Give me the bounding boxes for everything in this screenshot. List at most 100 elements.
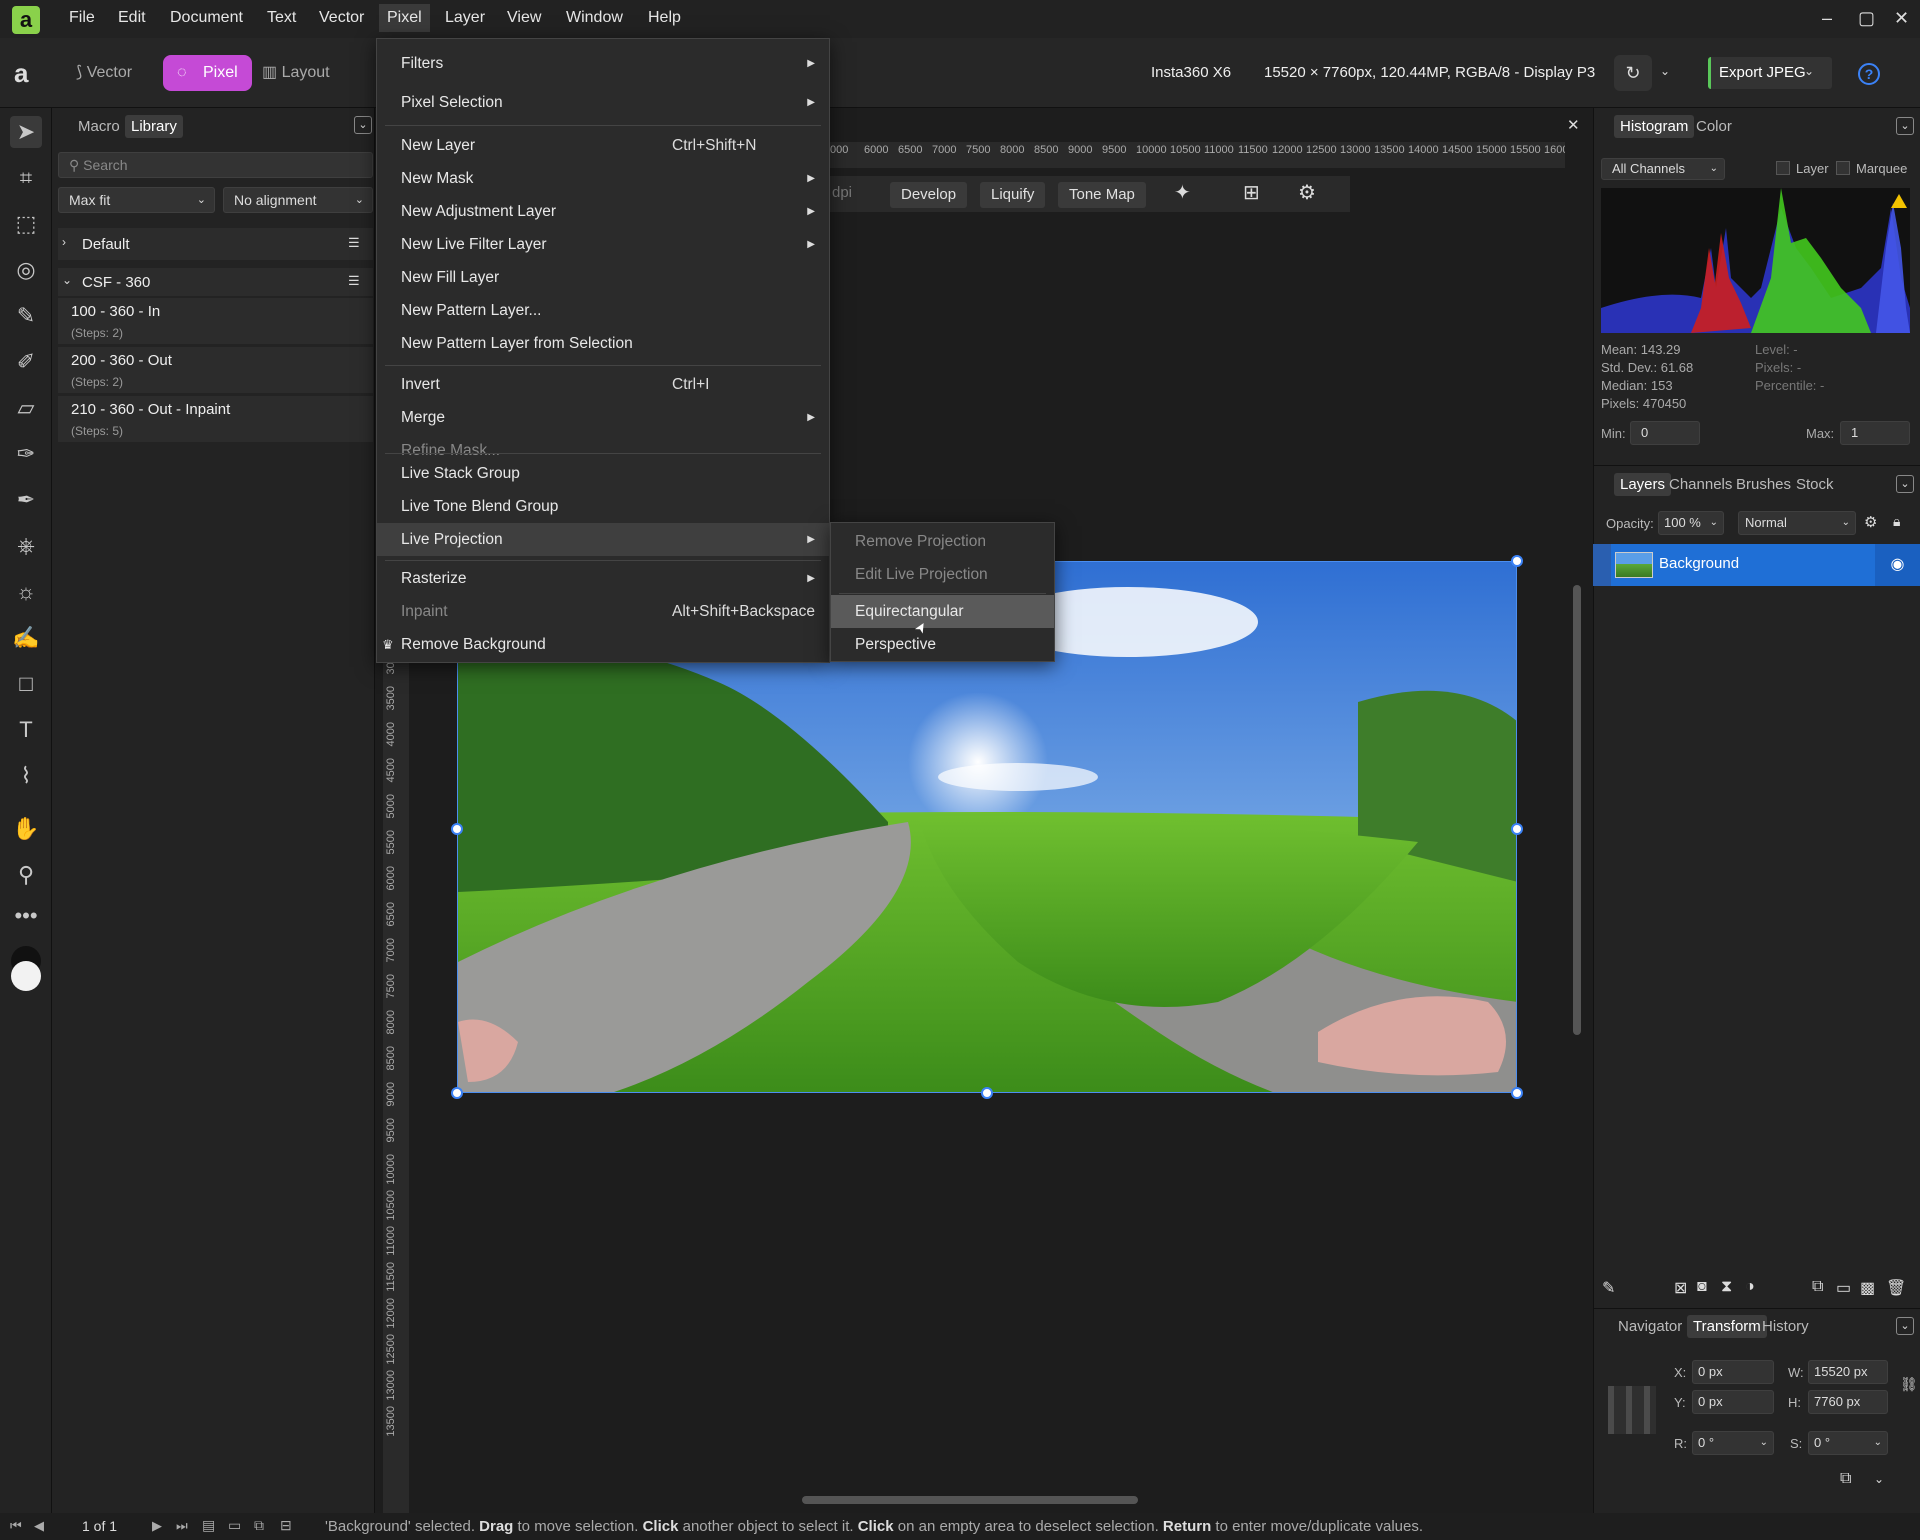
flood-fill-icon[interactable]: ✎ — [10, 300, 42, 332]
selection-handle[interactable] — [1511, 1087, 1523, 1099]
list-menu-icon[interactable]: ☰ — [348, 273, 360, 289]
text-tool-icon[interactable]: T — [10, 714, 42, 746]
menu-item-new-live-filter-layer[interactable]: New Live Filter Layer ▶ — [377, 228, 829, 261]
menu-item-new-pattern-layer-from-selection[interactable]: New Pattern Layer from Selection — [377, 327, 829, 360]
settings-gear-icon[interactable]: ⚙ — [1298, 180, 1316, 205]
pattern-icon[interactable]: ▩ — [1860, 1278, 1875, 1298]
menu-document[interactable]: Document — [170, 9, 243, 27]
close-window-icon[interactable]: ✕ — [1894, 8, 1909, 29]
tab-library[interactable]: Library — [125, 115, 183, 138]
menu-item-live-projection[interactable]: Live Projection ▶ — [377, 523, 829, 556]
close-document-icon[interactable]: ✕ — [1567, 116, 1580, 134]
color-picker-icon[interactable]: ⌇ — [10, 760, 42, 792]
submenu-item-equirectangular[interactable]: Equirectangular — [831, 595, 1054, 628]
persona-layout[interactable]: ▥ Layout — [262, 55, 330, 91]
submenu-item-perspective[interactable]: Perspective — [831, 628, 1054, 661]
menu-pixel[interactable]: Pixel — [379, 4, 430, 32]
menu-view[interactable]: View — [507, 9, 541, 27]
tab-color[interactable]: Color — [1696, 118, 1732, 135]
tab-layers[interactable]: Layers — [1614, 473, 1672, 496]
add-group-icon[interactable]: ▭ — [1836, 1278, 1851, 1298]
layer-checkbox[interactable] — [1776, 161, 1790, 175]
menu-item-invert[interactable]: Invert Ctrl+I — [377, 368, 829, 401]
mask-icon[interactable]: ◙ — [1697, 1278, 1707, 1296]
alignment-select[interactable]: No alignment ⌄ — [223, 187, 373, 213]
menu-text[interactable]: Text — [267, 9, 296, 27]
healing-brush-icon[interactable]: ✒ — [10, 484, 42, 516]
tab-histogram[interactable]: Histogram — [1614, 115, 1695, 138]
menu-item-rasterize[interactable]: Rasterize ▶ — [377, 562, 829, 595]
shear-input[interactable]: 0 ° ⌄ — [1808, 1431, 1888, 1455]
duplicate-icon[interactable]: ⧉ — [254, 1517, 264, 1534]
tab-transform[interactable]: Transform — [1687, 1315, 1767, 1338]
menu-item-new-fill-layer[interactable]: New Fill Layer — [377, 261, 829, 294]
export-dropdown-icon[interactable]: ⌄ — [1804, 64, 1814, 78]
anchor-point-selector[interactable] — [1608, 1386, 1656, 1434]
category-default[interactable]: › Default ☰ — [58, 228, 373, 260]
menu-item-live-tone-blend-group[interactable]: Live Tone Blend Group — [377, 490, 829, 523]
zoom-tool-icon[interactable]: ⚲ — [10, 859, 42, 891]
blur-tool-icon[interactable]: ☼ — [10, 576, 42, 608]
tab-history[interactable]: History — [1762, 1318, 1809, 1335]
blend-mode-select[interactable]: Normal ⌄ — [1738, 511, 1856, 535]
category-csf-360[interactable]: ⌄ CSF - 360 ☰ — [58, 268, 373, 296]
menu-edit[interactable]: Edit — [118, 9, 146, 27]
selection-brush-icon[interactable]: ⬚ — [10, 208, 42, 240]
primary-color-swatch[interactable] — [11, 961, 41, 991]
marquee-checkbox[interactable] — [1836, 161, 1850, 175]
selection-handle[interactable] — [1511, 823, 1523, 835]
selection-handle[interactable] — [1511, 555, 1523, 567]
last-page-icon[interactable]: ⏭ — [176, 1518, 188, 1534]
menu-file[interactable]: File — [69, 9, 95, 27]
clone-stamp-icon[interactable]: ⎈ — [10, 530, 42, 562]
w-input[interactable]: 15520 px — [1808, 1360, 1888, 1384]
rectangle-tool-icon[interactable]: □ — [10, 668, 42, 700]
opacity-select[interactable]: 100 % ⌄ — [1658, 511, 1724, 535]
selection-handle[interactable] — [451, 1087, 463, 1099]
live-filter-icon[interactable]: ◑ — [1745, 1278, 1755, 1296]
menu-vector[interactable]: Vector — [319, 9, 364, 27]
transform-origin-icon[interactable]: ⧉ — [1840, 1470, 1851, 1488]
dodge-tool-icon[interactable]: ✑ — [10, 438, 42, 470]
minimize-icon[interactable]: – — [1822, 8, 1832, 29]
status-options-icon[interactable]: ⊟ — [280, 1517, 292, 1534]
develop-button[interactable]: Develop — [890, 182, 968, 208]
x-input[interactable]: 0 px — [1692, 1360, 1774, 1384]
persona-pixel[interactable]: ◌ Pixel — [163, 55, 252, 91]
grid-icon[interactable]: ⊞ — [1243, 180, 1260, 205]
spread-view-icon[interactable]: ▭ — [228, 1517, 241, 1534]
submenu-item-edit-live-projection[interactable]: Edit Live Projection — [831, 558, 1054, 591]
list-item[interactable]: 210 - 360 - Out - Inpaint (Steps: 5) — [58, 396, 373, 442]
max-input[interactable]: 1 — [1840, 421, 1910, 445]
sync-icon[interactable]: ↻ — [1614, 55, 1652, 91]
tab-macro[interactable]: Macro — [78, 118, 120, 135]
vertical-scrollbar[interactable] — [1573, 585, 1581, 1035]
layer-drag-handle[interactable] — [1593, 544, 1611, 586]
menu-item-live-stack-group[interactable]: Live Stack Group — [377, 457, 829, 490]
selection-handle[interactable] — [981, 1087, 993, 1099]
persona-vector[interactable]: ⟆ Vector — [76, 55, 132, 91]
h-input[interactable]: 7760 px — [1808, 1390, 1888, 1414]
menu-layer[interactable]: Layer — [445, 9, 485, 27]
eraser-icon[interactable]: ▱ — [10, 392, 42, 424]
paint-brush-icon[interactable]: ✐ — [10, 346, 42, 378]
rotation-input[interactable]: 0 ° ⌄ — [1692, 1431, 1774, 1455]
layer-row-background[interactable]: Background ◉ — [1593, 544, 1920, 586]
hand-tool-icon[interactable]: ✋ — [10, 813, 42, 845]
fit-select[interactable]: Max fit ⌄ — [58, 187, 215, 213]
panel-menu-icon[interactable]: ⌄ — [1896, 117, 1914, 135]
tab-navigator[interactable]: Navigator — [1618, 1318, 1682, 1335]
visibility-eye-icon[interactable]: ◉ — [1875, 544, 1920, 586]
adjustment-icon[interactable]: ⧗ — [1721, 1278, 1732, 1296]
lasso-tool-icon[interactable]: ◎ — [10, 254, 42, 286]
menu-item-pixel-selection[interactable]: Pixel Selection ▶ — [377, 86, 829, 119]
menu-item-remove-background[interactable]: ♛ Remove Background — [377, 628, 829, 661]
chevron-down-icon[interactable]: ⌄ — [1874, 1472, 1884, 1486]
layer-settings-gear-icon[interactable]: ⚙ — [1864, 513, 1877, 531]
horizontal-scrollbar[interactable] — [802, 1496, 1138, 1504]
delete-layer-icon[interactable]: 🗑︎ — [1886, 1278, 1906, 1298]
menu-item-merge[interactable]: Merge ▶ — [377, 401, 829, 434]
menu-help[interactable]: Help — [648, 9, 681, 27]
auto-enhance-icon[interactable]: ✦ — [1174, 180, 1191, 205]
menu-item-new-mask[interactable]: New Mask ▶ — [377, 162, 829, 195]
